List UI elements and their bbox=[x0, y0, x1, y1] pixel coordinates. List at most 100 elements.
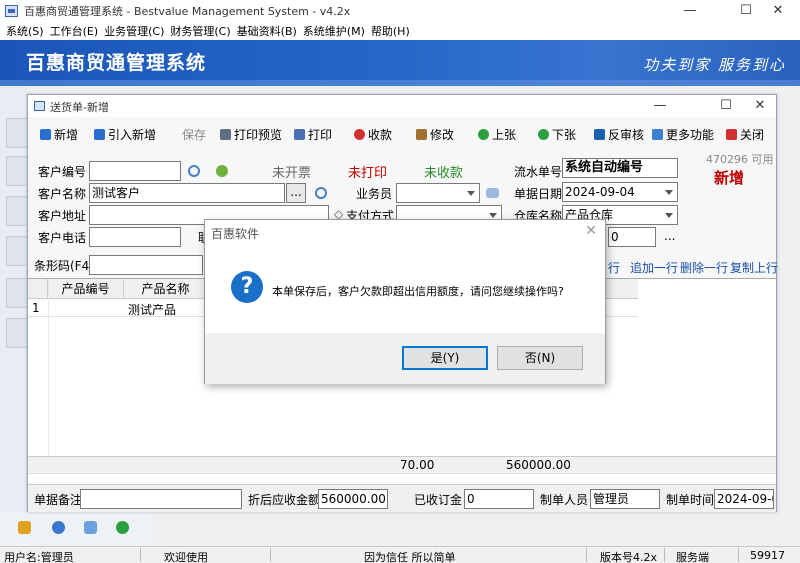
print-status: 未打印 bbox=[348, 166, 388, 181]
menu-workbench[interactable]: 工作台(E) bbox=[50, 23, 99, 39]
make-time-label: 制单时间 bbox=[666, 493, 715, 507]
serial-label: 流水单号 bbox=[514, 165, 563, 179]
mode-badge: 新增 bbox=[714, 169, 745, 187]
barcode-input[interactable] bbox=[89, 255, 203, 275]
salesman-select[interactable] bbox=[396, 183, 480, 203]
grid-totals-row: 70.00 560000.00 bbox=[28, 456, 776, 472]
left-nav-button[interactable] bbox=[6, 118, 28, 148]
left-nav-panel bbox=[0, 86, 28, 546]
refresh-icon[interactable] bbox=[116, 521, 129, 534]
more-functions-button[interactable]: 更多功能 bbox=[652, 126, 714, 143]
copy-row-link[interactable]: 复制上行 bbox=[730, 259, 778, 276]
left-nav-button[interactable] bbox=[6, 156, 28, 186]
address-label: 客户地址 bbox=[38, 209, 87, 223]
received-deposit-label: 已收订金 bbox=[414, 493, 463, 507]
customer-code-input[interactable] bbox=[89, 161, 181, 181]
phone-input[interactable] bbox=[89, 227, 181, 247]
child-close-button[interactable]: ✕ bbox=[738, 95, 782, 117]
menu-base-data[interactable]: 基础资料(B) bbox=[237, 23, 297, 39]
child-window-icon bbox=[34, 101, 45, 111]
left-nav-button[interactable] bbox=[6, 196, 28, 226]
date-label: 单据日期 bbox=[514, 187, 563, 201]
usable-count: 470296 可用 bbox=[706, 153, 774, 166]
row-product-name[interactable]: 测试产品 bbox=[128, 301, 176, 318]
date-picker[interactable]: 2024-09-04 bbox=[562, 182, 678, 202]
customer-name-input[interactable]: 测试客户 bbox=[89, 183, 285, 203]
dialog-close-icon[interactable]: ✕ bbox=[585, 223, 597, 239]
search-icon[interactable] bbox=[84, 521, 97, 534]
search-icon[interactable] bbox=[315, 187, 327, 199]
eraser-icon[interactable] bbox=[486, 188, 499, 198]
unapprove-button[interactable]: 反审核 bbox=[594, 126, 644, 143]
left-nav-button[interactable] bbox=[6, 236, 28, 266]
status-code: 59917 bbox=[750, 549, 785, 562]
printer-icon bbox=[220, 129, 231, 140]
menu-system[interactable]: 系统(S) bbox=[6, 23, 44, 39]
menu-business[interactable]: 业务管理(C) bbox=[104, 23, 164, 39]
print-button[interactable]: 打印 bbox=[294, 126, 332, 143]
remark-label: 单据备注 bbox=[34, 493, 83, 507]
search-icon[interactable] bbox=[188, 165, 200, 177]
phone-label: 客户电话 bbox=[38, 231, 87, 245]
save-button[interactable]: 保存 bbox=[182, 126, 206, 143]
customer-picker-button[interactable]: ... bbox=[286, 183, 306, 203]
document-footer: 单据备注 折后应收金额 560000.00 已收订金 0 制单人员 管理员 制单… bbox=[28, 484, 776, 512]
question-icon: ? bbox=[231, 271, 263, 303]
plus-icon bbox=[40, 129, 51, 140]
app-icon bbox=[5, 5, 18, 17]
left-nav-button[interactable] bbox=[6, 318, 28, 348]
clock-icon[interactable] bbox=[52, 521, 65, 534]
status-server: 服务端 bbox=[676, 551, 709, 563]
menu-maintenance[interactable]: 系统维护(M) bbox=[303, 23, 365, 39]
make-time-input[interactable]: 2024-09-04 bbox=[714, 489, 774, 509]
menu-help[interactable]: 帮助(H) bbox=[371, 23, 410, 39]
note-icon[interactable] bbox=[18, 521, 31, 534]
grid-header-product-name[interactable]: 产品名称 bbox=[124, 279, 208, 299]
insert-row-link[interactable]: 行 bbox=[608, 259, 620, 276]
delete-row-link[interactable]: 删除一行 bbox=[680, 259, 728, 276]
prev-button[interactable]: 上张 bbox=[478, 126, 516, 143]
remark-input[interactable] bbox=[80, 489, 242, 509]
close-button[interactable]: ✕ bbox=[756, 0, 800, 22]
payment-status: 未收款 bbox=[424, 166, 464, 181]
horizontal-scrollbar[interactable] bbox=[28, 473, 776, 483]
app-banner: 百惠商贸通管理系统 功夫到家 服务到心 bbox=[0, 40, 800, 86]
next-button[interactable]: 下张 bbox=[538, 126, 576, 143]
status-divider bbox=[738, 548, 739, 562]
edit-button[interactable]: 修改 bbox=[416, 126, 454, 143]
append-row-link[interactable]: 追加一行 bbox=[630, 259, 678, 276]
banner-wave bbox=[0, 80, 800, 86]
minimize-button[interactable]: — bbox=[668, 0, 712, 22]
invoice-status: 未开票 bbox=[272, 166, 312, 181]
confirm-dialog: 百惠软件 ✕ ? 本单保存后，客户欠款即超出信用额度，请问您继续操作吗? 是(Y… bbox=[204, 219, 606, 384]
plus-icon bbox=[94, 129, 105, 140]
discount-amount-label: 折后应收金额 bbox=[248, 493, 321, 507]
total-amount: 560000.00 bbox=[506, 458, 571, 472]
received-deposit-input[interactable]: 0 bbox=[464, 489, 534, 509]
no-button[interactable]: 否(N) bbox=[497, 346, 583, 370]
refresh-icon[interactable] bbox=[216, 165, 228, 177]
menu-finance[interactable]: 财务管理(C) bbox=[170, 23, 230, 39]
grid-header-product-code[interactable]: 产品编号 bbox=[48, 279, 124, 299]
grid-col-line bbox=[48, 279, 49, 469]
status-divider bbox=[664, 548, 665, 562]
left-nav-button[interactable] bbox=[6, 278, 28, 308]
import-new-button[interactable]: 引入新增 bbox=[94, 126, 156, 143]
print-preview-button[interactable]: 打印预览 bbox=[220, 126, 282, 143]
extra-value-input[interactable]: 0 bbox=[608, 227, 656, 247]
collect-payment-button[interactable]: 收款 bbox=[354, 126, 392, 143]
status-user: 用户名:管理员 bbox=[4, 551, 74, 563]
tools-icon bbox=[416, 129, 427, 140]
printer-icon bbox=[294, 129, 305, 140]
yes-button[interactable]: 是(Y) bbox=[402, 346, 488, 370]
close-window-button[interactable]: 关闭 bbox=[726, 126, 764, 143]
extra-picker-button[interactable]: ... bbox=[664, 229, 675, 243]
maker-input[interactable]: 管理员 bbox=[590, 489, 660, 509]
new-button[interactable]: 新增 bbox=[40, 126, 78, 143]
dialog-message: 本单保存后，客户欠款即超出信用额度，请问您继续操作吗? bbox=[272, 285, 564, 298]
discount-amount-input[interactable]: 560000.00 bbox=[318, 489, 388, 509]
serial-input[interactable]: 系统自动编号 bbox=[562, 158, 678, 178]
dialog-button-bar: 是(Y) 否(N) bbox=[205, 333, 605, 384]
dialog-title-bar: 百惠软件 ✕ bbox=[205, 220, 605, 244]
child-minimize-button[interactable]: — bbox=[638, 95, 682, 117]
